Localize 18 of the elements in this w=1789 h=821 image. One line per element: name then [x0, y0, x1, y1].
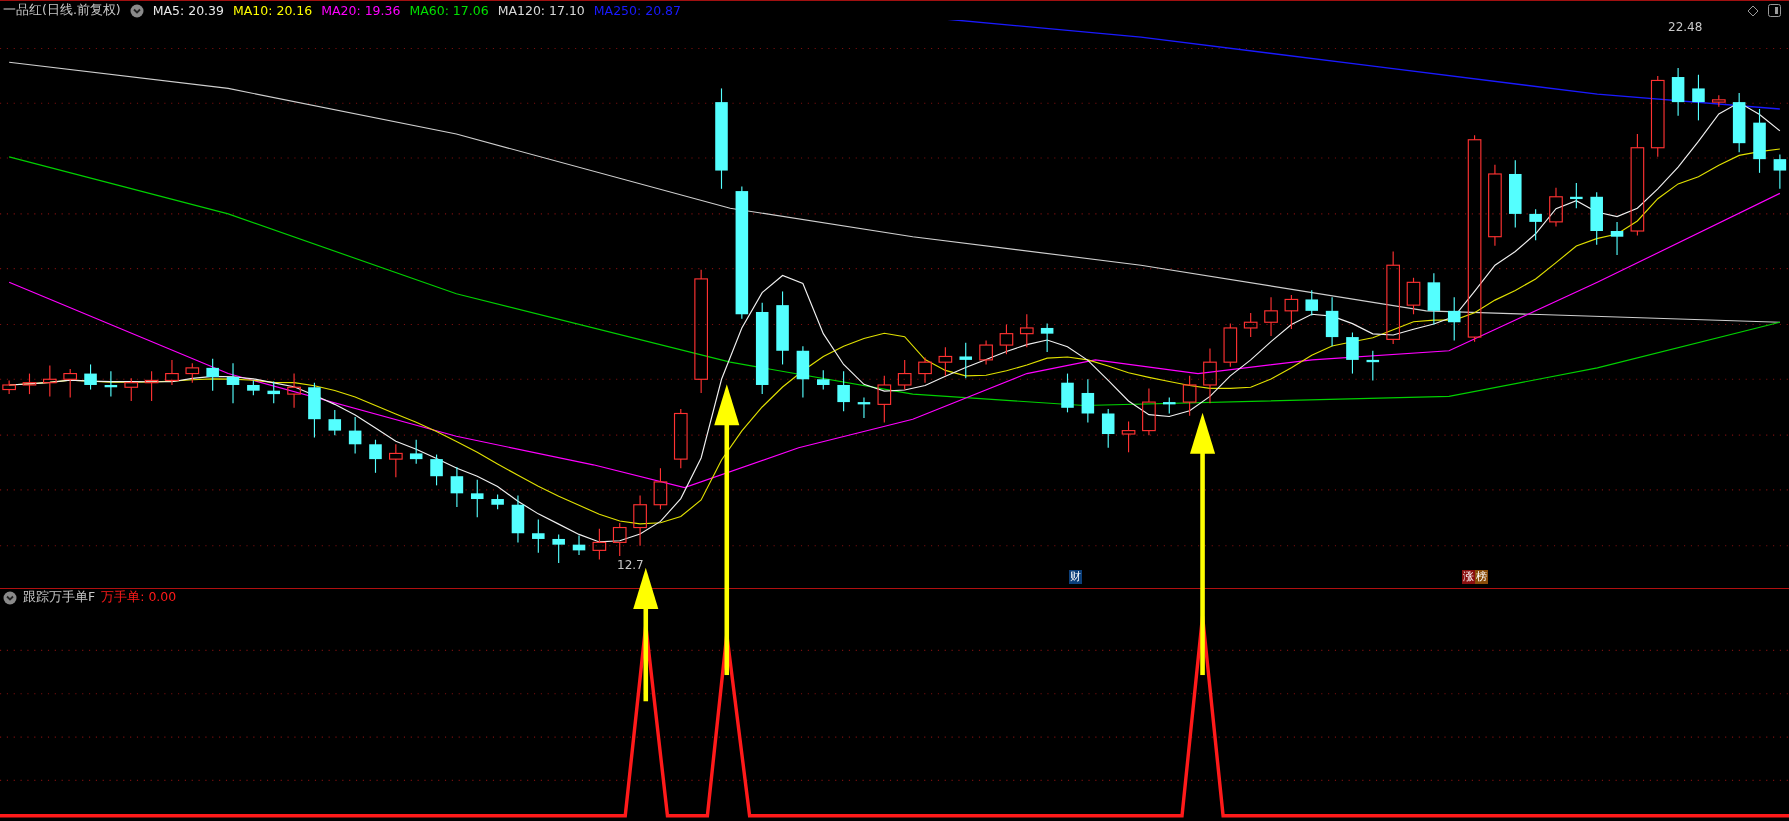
indicator-value: 万手单: 0.00 [101, 589, 177, 607]
ma-value: MA20: 19.36 [321, 3, 401, 19]
high-price-label: 22.48 [1668, 20, 1703, 35]
ma-value: MA250: 20.87 [593, 3, 681, 19]
event-badge[interactable]: 榜 [1475, 570, 1488, 585]
ma-value: MA120: 17.10 [497, 3, 585, 19]
ma-value: MA5: 20.39 [152, 3, 224, 19]
event-badge[interactable]: 财 [1069, 570, 1082, 585]
diamond-icon[interactable] [1747, 4, 1759, 17]
dropdown-icon[interactable] [3, 590, 17, 605]
ma-value: MA10: 20.16 [233, 3, 313, 19]
ma-value: MA60: 17.06 [409, 3, 489, 19]
stock-title: 一品红(日线.前复权) [3, 2, 121, 20]
indicator-title: 跟踪万手单F [23, 589, 96, 607]
panel-toggle-icon[interactable] [1768, 4, 1781, 18]
event-badge[interactable]: 涨 [1462, 570, 1475, 585]
dropdown-icon[interactable] [129, 3, 144, 18]
low-price-label: 12.7 [617, 558, 644, 573]
